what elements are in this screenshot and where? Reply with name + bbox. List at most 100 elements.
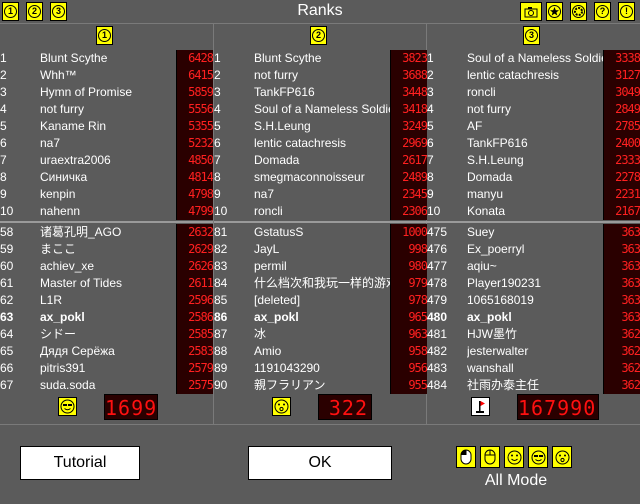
player-name: jesterwalter [467, 344, 529, 358]
tutorial-button[interactable]: Tutorial [20, 446, 140, 480]
smiley-surprised-icon[interactable] [552, 446, 572, 468]
smiley-sunglasses-icon[interactable] [528, 446, 548, 468]
rank-row: 64 シドー 2585 [0, 326, 213, 343]
player-rank-row: 86 ax_pokl 965 [214, 309, 427, 326]
score-value: 3418 [390, 101, 427, 118]
rank-row: 83 permil 980 [214, 258, 427, 275]
player-name: permil [254, 259, 287, 273]
rank-row: 2 lentic catachresis 3127 [427, 67, 640, 84]
tab-2-button[interactable]: 2 [26, 2, 43, 21]
rank-number: 1 [0, 51, 7, 65]
rank-row: 477 aqiu~ 363 [427, 258, 640, 275]
alert-icon[interactable]: ! [618, 2, 635, 21]
player-name: TankFP616 [467, 136, 528, 150]
score-value: 2345 [390, 186, 427, 203]
rank-number: 4 [0, 102, 7, 116]
score-value: 2596 [176, 292, 213, 309]
player-name: Hymn of Promise [40, 85, 133, 99]
help-icon[interactable]: ? [594, 2, 611, 21]
rank-number: 3 [0, 85, 7, 99]
rank-number: 4 [214, 102, 221, 116]
tab-1-button[interactable]: 1 [2, 2, 19, 21]
column-2-tab-button[interactable]: 2 [310, 26, 327, 45]
score-value: 2969 [390, 135, 427, 152]
player-name: Konata [467, 204, 506, 218]
rank-row: 60 achiev_xe 2626 [0, 258, 213, 275]
rank-row: 10 nahenn 4799 [0, 203, 213, 220]
tab-3-button[interactable]: 3 [50, 2, 67, 21]
rank-row: 89 1191043290 956 [214, 360, 427, 377]
score-value: 3049 [603, 84, 640, 101]
rank-row: 6 na7 5232 [0, 135, 213, 152]
rank-number: 83 [214, 259, 228, 273]
rank-number: 58 [0, 225, 14, 239]
column-footer: 167990 [427, 394, 640, 422]
rank-row: 1 Blunt Scythe 3823 [214, 50, 427, 67]
score-value: 2632 [176, 224, 213, 241]
player-name: Дядя Серёжа [40, 344, 115, 358]
rank-number: 5 [427, 119, 434, 133]
rank-row: 483 wanshall 362 [427, 360, 640, 377]
star-icon[interactable] [546, 2, 563, 21]
rank-number: 483 [427, 361, 448, 375]
player-name: Blunt Scythe [254, 51, 322, 65]
smiley-sunglasses-icon[interactable] [58, 397, 77, 416]
score-value: 362 [603, 377, 640, 394]
rank-number: 9 [214, 187, 221, 201]
tab-1-label: 1 [4, 5, 17, 18]
camera-icon[interactable] [520, 2, 542, 21]
rank-number: 2 [427, 68, 434, 82]
footer-rule [0, 424, 640, 425]
score-value: 4799 [176, 203, 213, 220]
score-value: 2629 [176, 241, 213, 258]
rank-row: 2 Whh™ 6415 [0, 67, 213, 84]
score-value: 1000 [390, 224, 427, 241]
rank-row: 58 诸葛孔明_AGO 2632 [0, 224, 213, 241]
score-value: 363 [603, 292, 640, 309]
score-value: 5859 [176, 84, 213, 101]
rank-row: 8 Синичка 4814 [0, 169, 213, 186]
rank-row: 67 suda.soda 2575 [0, 377, 213, 394]
rank-row: 479 1065168019 363 [427, 292, 640, 309]
rank-number: 5 [214, 119, 221, 133]
rank-separator [0, 221, 213, 223]
player-name: Soul of a Nameless Soldier [467, 51, 603, 65]
ok-button[interactable]: OK [248, 446, 392, 480]
player-name: roncli [254, 204, 283, 218]
score-value: 2585 [176, 326, 213, 343]
player-name: not furry [254, 68, 299, 82]
player-name: not furry [467, 102, 512, 116]
rank-number: 5 [0, 119, 7, 133]
player-name: Синичка [40, 170, 88, 184]
player-name: not furry [40, 102, 85, 116]
rank-number: 7 [0, 153, 7, 167]
player-rank-row: 63 ax_pokl 2586 [0, 309, 213, 326]
mouse-left-icon[interactable] [456, 446, 476, 468]
mouse-icon[interactable] [480, 446, 500, 468]
player-name: HJW墨竹 [467, 327, 517, 341]
smiley-surprised-icon[interactable] [272, 397, 291, 416]
player-name: roncli [467, 85, 496, 99]
ranking-column-2: 2 1 Blunt Scythe 3823 2 not furry 3688 3 TankFP… [214, 24, 427, 424]
rank-row: 7 uraextra2006 4850 [0, 152, 213, 169]
player-name: S.H.Leung [254, 119, 311, 133]
gear-icon[interactable] [570, 2, 587, 21]
player-name: smegmaconnoisseur [254, 170, 365, 184]
rank-row: 7 Domada 2617 [214, 152, 427, 169]
rank-row: 10 Konata 2167 [427, 203, 640, 220]
column-1-tab-button[interactable]: 1 [96, 26, 113, 45]
rank-number: 66 [0, 361, 14, 375]
rank-separator [214, 221, 427, 223]
player-score-display: 1699 [104, 394, 158, 420]
rank-row: 476 Ex_poerryl 363 [427, 241, 640, 258]
player-name: JayL [254, 242, 280, 256]
smiley-icon[interactable] [504, 446, 524, 468]
player-name: 什么档次和我玩一样的游戏 [254, 276, 390, 290]
score-value: 363 [603, 241, 640, 258]
score-value: 362 [603, 360, 640, 377]
rank-number: 7 [214, 153, 221, 167]
column-3-tab-button[interactable]: 3 [523, 26, 540, 45]
rank-number: 481 [427, 327, 448, 341]
flag-icon[interactable] [471, 397, 490, 416]
rank-number: 4 [427, 102, 434, 116]
